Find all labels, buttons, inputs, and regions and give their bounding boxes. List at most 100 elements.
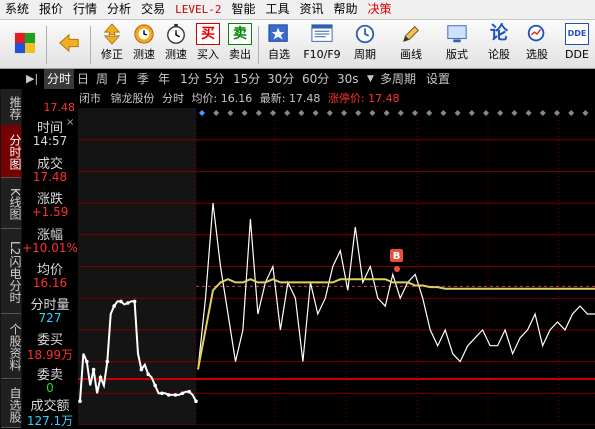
draw-label: 画线 [400, 48, 422, 61]
side-tab-0[interactable]: 推荐 [1, 89, 22, 126]
period-label: 周期 [354, 48, 376, 61]
speedtest-label: 测速 [133, 48, 155, 61]
speedtest-label-2: 测速 [165, 48, 187, 61]
period-tab-8[interactable]: 15分 [233, 69, 260, 89]
time-diamond-icon [568, 110, 575, 116]
price-point [139, 367, 144, 372]
side-tab-1[interactable]: 分时图 [1, 125, 22, 178]
side-tab-2[interactable]: K线图 [1, 178, 22, 229]
menu-item-tools[interactable]: 工具 [260, 0, 294, 19]
period-tab-11[interactable]: 30s [337, 69, 359, 89]
time-diamond-icon [255, 110, 262, 116]
side-tab-3[interactable]: L2闪电分时 [1, 229, 22, 314]
buy-label: 买入 [197, 48, 219, 61]
period-button[interactable]: 周期 [348, 22, 382, 66]
sell-icon: 卖 [228, 23, 252, 45]
time-diamond-icon [412, 110, 418, 116]
time-diamond-icon [383, 110, 390, 116]
buy-marker-dot [394, 266, 400, 272]
limit-label: 涨停价: [327, 92, 365, 105]
price-point [105, 359, 110, 364]
price-point [98, 375, 103, 380]
price-point [173, 393, 178, 397]
menu-item-smart[interactable]: 智能 [226, 0, 260, 19]
toolbar-separator [46, 26, 47, 64]
info-value-4: 16.16 [32, 276, 68, 290]
time-diamond-icon [241, 110, 248, 116]
stock-name: 锦龙股份 [110, 92, 155, 105]
buy-icon: 买 [196, 23, 220, 45]
menu-item-help[interactable]: 帮助 [328, 0, 362, 19]
menu-item-decision[interactable]: 决策 [363, 0, 397, 19]
period-play-icon[interactable]: ▶| [26, 69, 38, 89]
info-value-7: 0 [46, 381, 54, 395]
info-value-2: +1.59 [31, 205, 69, 219]
menu-item-quote[interactable]: 报价 [34, 0, 68, 19]
price-point [160, 391, 164, 396]
revise-button[interactable]: 修正 [95, 22, 129, 66]
period-tab-4[interactable]: 季 [137, 69, 149, 89]
info-value-1: 17.48 [32, 170, 68, 184]
period-tab-3[interactable]: 月 [116, 69, 128, 89]
period-tab-5[interactable]: 年 [158, 69, 170, 89]
draw-button[interactable]: 画线 [394, 22, 428, 66]
back-button[interactable] [52, 22, 86, 66]
time-diamond-icon [468, 110, 475, 116]
sell-button[interactable]: 卖 卖出 [223, 22, 257, 66]
last-label: 最新: [259, 92, 286, 105]
clock-icon [134, 24, 154, 44]
price-point [78, 399, 82, 404]
menu-item-level2[interactable]: LEVEL-2 [170, 0, 226, 19]
chart-svg: B [78, 108, 595, 425]
toolbar-button-layout[interactable] [8, 22, 42, 66]
f10-icon [311, 24, 333, 42]
side-tab-5[interactable]: 自选股 [1, 380, 22, 428]
period-tab-6[interactable]: 1分 [180, 69, 200, 89]
period-tab-0[interactable]: 分时 [44, 69, 75, 89]
arrow-updown-icon [103, 23, 121, 45]
period-tab-1[interactable]: 日 [77, 69, 89, 89]
period-tab-2[interactable]: 周 [96, 69, 108, 89]
menu-item-trade[interactable]: 交易 [136, 0, 170, 19]
f10-button[interactable]: F10/F9 [302, 22, 342, 66]
time-diamond-icon [497, 110, 504, 116]
layout-label: 版式 [446, 48, 468, 61]
menu-item-analysis[interactable]: 分析 [102, 0, 136, 19]
side-tab-4[interactable]: 个股资料 [1, 314, 22, 379]
price-point [153, 383, 157, 388]
period-dropdown-icon[interactable]: ▼ [367, 69, 374, 89]
price-point [132, 299, 137, 304]
time-diamond-icon [511, 110, 518, 116]
forum-button[interactable]: 论 论股 [482, 22, 516, 66]
period-tab-10[interactable]: 60分 [302, 69, 329, 89]
arrow-left-icon [59, 33, 79, 53]
stockpick-button[interactable]: 选股 [520, 22, 554, 66]
time-diamond-icon [341, 110, 347, 116]
info-top-price: 17.48 [43, 101, 76, 114]
time-diamond-icon [213, 110, 220, 116]
favorites-button[interactable]: 自选 [262, 22, 296, 66]
timer-button[interactable]: 测速 [159, 22, 193, 66]
pen-icon [402, 26, 419, 43]
time-diamond-icon [284, 110, 291, 116]
time-diamond-icon [227, 110, 234, 116]
speedtest-button[interactable]: 测速 [127, 22, 161, 66]
dde-button[interactable]: DDE DDE [560, 22, 594, 66]
menu-item-news[interactable]: 资讯 [294, 0, 328, 19]
period-tab-12[interactable]: 多周期 [380, 69, 416, 89]
info-value-3: +10.01% [22, 241, 78, 255]
forum-label: 论股 [488, 48, 510, 61]
time-diamond-icon [426, 110, 433, 116]
stopwatch-icon [167, 23, 185, 44]
intraday-chart[interactable]: B [78, 89, 595, 425]
time-diamond-icon [554, 110, 560, 116]
menu-item-market[interactable]: 行情 [68, 0, 102, 19]
toolbar-separator [258, 26, 259, 64]
menu-item-system[interactable]: 系统 [0, 0, 34, 19]
period-tab-7[interactable]: 5分 [205, 69, 225, 89]
layout-button[interactable]: 版式 [440, 22, 474, 66]
period-tab-9[interactable]: 30分 [267, 69, 294, 89]
buy-button[interactable]: 买 买入 [191, 22, 225, 66]
forum-icon: 论 [490, 23, 508, 44]
period-tab-13[interactable]: 设置 [426, 69, 450, 89]
